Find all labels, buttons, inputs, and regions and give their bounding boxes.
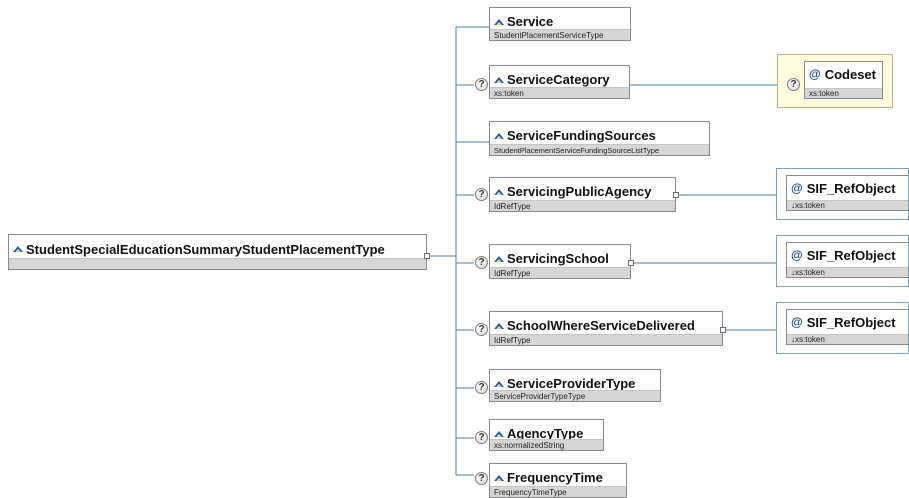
element-name: Service bbox=[507, 14, 554, 29]
attribute-name: SIF_RefObject bbox=[806, 314, 896, 330]
element-name: FrequencyTime bbox=[507, 470, 603, 485]
element-type: xs:normalizedString bbox=[490, 439, 603, 450]
attribute-name: SIF_RefObject bbox=[806, 180, 896, 196]
element-node-schoolwhereservicedelivered[interactable]: SchoolWhereServiceDelivered IdRefType bbox=[489, 311, 723, 346]
element-type: ServiceProviderTypeType bbox=[490, 390, 660, 401]
root-type-bar bbox=[9, 258, 426, 269]
element-name: ServiceProviderType bbox=[507, 376, 636, 391]
element-type: StudentPlacementServiceType bbox=[490, 29, 630, 40]
attribute-node-sif-refobject[interactable]: @ SIF_RefObject ↓xs:token bbox=[786, 242, 908, 278]
attribute-at-icon: @ bbox=[791, 181, 803, 195]
attribute-group-sif-refobject: @ SIF_RefObject ↓xs:token bbox=[776, 168, 909, 220]
element-icon bbox=[494, 380, 504, 387]
root-type-node[interactable]: StudentSpecialEducationSummaryStudentPla… bbox=[8, 234, 427, 270]
element-node-servicefundingsources[interactable]: ServiceFundingSources StudentPlacementSe… bbox=[489, 121, 710, 156]
root-type-name: StudentSpecialEducationSummaryStudentPla… bbox=[26, 241, 385, 257]
element-type: IdRefType bbox=[490, 334, 722, 345]
element-icon bbox=[494, 322, 504, 329]
element-node-servicecategory[interactable]: ServiceCategory xs:token bbox=[489, 65, 630, 99]
attribute-name: SIF_RefObject bbox=[806, 247, 896, 263]
optional-question-icon[interactable]: ? bbox=[475, 256, 488, 269]
attribute-at-icon: @ bbox=[791, 248, 803, 262]
element-type: xs:token bbox=[490, 87, 629, 98]
element-node-servicingpublicagency[interactable]: ServicingPublicAgency IdRefType bbox=[489, 177, 676, 212]
element-icon bbox=[494, 188, 504, 195]
attribute-group-sif-refobject: @ SIF_RefObject ↓xs:token bbox=[776, 235, 909, 287]
attribute-at-icon: @ bbox=[809, 67, 821, 81]
attribute-name: Codeset bbox=[824, 66, 876, 82]
element-node-frequencytime[interactable]: FrequencyTime FrequencyTimeType bbox=[489, 463, 627, 498]
attribute-type-text: xs:token bbox=[795, 268, 825, 277]
attribute-node-sif-refobject[interactable]: @ SIF_RefObject ↓xs:token bbox=[786, 309, 908, 345]
optional-question-icon[interactable]: ? bbox=[475, 188, 488, 201]
attribute-type: ↓xs:token bbox=[787, 334, 908, 344]
element-node-servicingschool[interactable]: ServicingSchool IdRefType bbox=[489, 244, 631, 279]
attribute-type-text: xs:token bbox=[795, 201, 825, 210]
attribute-node-codeset[interactable]: @ Codeset xs:token bbox=[804, 61, 883, 99]
collapse-handle[interactable] bbox=[673, 192, 679, 198]
element-icon bbox=[494, 18, 504, 25]
optional-question-icon[interactable]: ? bbox=[475, 381, 488, 394]
element-type: IdRefType bbox=[490, 200, 675, 211]
element-type: FrequencyTimeType bbox=[490, 486, 626, 497]
attribute-type: ↓xs:token bbox=[787, 267, 908, 277]
attribute-group-codeset: ? @ Codeset xs:token bbox=[777, 54, 893, 108]
element-icon bbox=[494, 132, 504, 139]
element-node-serviceprovidertype[interactable]: ServiceProviderType ServiceProviderTypeT… bbox=[489, 369, 661, 402]
attribute-type: ↓xs:token bbox=[787, 200, 908, 210]
attribute-group-sif-refobject: @ SIF_RefObject ↓xs:token bbox=[776, 302, 909, 354]
collapse-handle[interactable] bbox=[628, 260, 634, 266]
element-name: SchoolWhereServiceDelivered bbox=[507, 318, 695, 333]
optional-question-icon[interactable]: ? bbox=[475, 472, 488, 485]
optional-question-icon[interactable]: ? bbox=[787, 78, 800, 91]
attribute-type: xs:token bbox=[805, 88, 882, 98]
attribute-at-icon: @ bbox=[791, 315, 803, 329]
element-icon bbox=[494, 76, 504, 83]
element-node-service[interactable]: Service StudentPlacementServiceType bbox=[489, 7, 631, 41]
element-name: ServiceFundingSources bbox=[507, 128, 656, 143]
element-icon bbox=[494, 430, 504, 437]
element-name: ServicingPublicAgency bbox=[507, 184, 652, 199]
element-icon bbox=[494, 474, 504, 481]
optional-question-icon[interactable]: ? bbox=[475, 78, 488, 91]
element-type: IdRefType bbox=[490, 267, 630, 278]
element-name: ServiceCategory bbox=[507, 72, 610, 87]
element-name: ServicingSchool bbox=[507, 251, 609, 266]
optional-question-icon[interactable]: ? bbox=[475, 323, 488, 336]
attribute-type-text: xs:token bbox=[795, 335, 825, 344]
complex-type-icon bbox=[13, 246, 23, 252]
element-icon bbox=[494, 255, 504, 262]
element-type: StudentPlacementServiceFundingSourceList… bbox=[490, 144, 709, 155]
attribute-node-sif-refobject[interactable]: @ SIF_RefObject ↓xs:token bbox=[786, 175, 908, 211]
element-node-agencytype[interactable]: AgencyType xs:normalizedString bbox=[489, 419, 604, 451]
collapse-handle[interactable] bbox=[720, 327, 726, 333]
root-collapse-handle[interactable] bbox=[424, 253, 430, 259]
optional-question-icon[interactable]: ? bbox=[475, 431, 488, 444]
